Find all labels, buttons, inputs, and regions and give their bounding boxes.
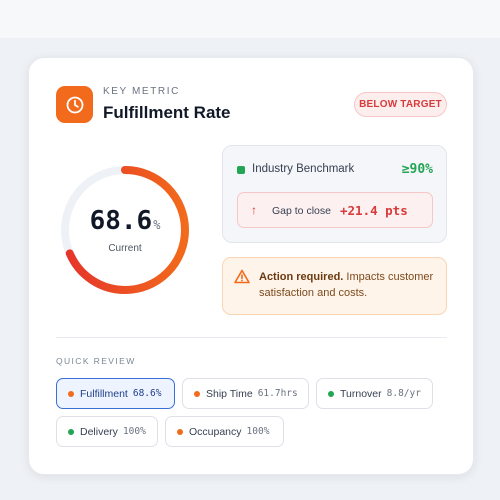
chip-value: 61.7hrs — [257, 388, 298, 399]
benchmark-panel: Industry Benchmark ≥90% ↑ Gap to close +… — [222, 145, 447, 243]
chip-dot — [68, 428, 74, 435]
chip-label: Turnover — [340, 387, 382, 400]
chip-fulfillment[interactable]: Fulfillment 68.6% — [56, 378, 175, 409]
top-band — [0, 0, 500, 38]
benchmark-value: ≥90% — [401, 162, 433, 177]
chip-value: 8.8/yr — [386, 388, 421, 399]
divider — [56, 337, 447, 338]
gap-value: +21.4 pts — [340, 203, 408, 218]
chip-label: Delivery — [80, 425, 118, 438]
alert-strong: Action required. — [259, 271, 344, 283]
chip-dot — [194, 390, 200, 397]
chip-dot — [68, 390, 74, 397]
chip-label: Ship Time — [206, 387, 253, 400]
chip-dot — [177, 428, 183, 435]
chip-value: 100% — [122, 426, 146, 437]
metric-eyebrow: KEY METRIC — [103, 86, 180, 97]
benchmark-label: Industry Benchmark — [252, 163, 355, 175]
alert-text: Action required. Impacts customer satisf… — [259, 269, 439, 301]
action-alert: Action required. Impacts customer satisf… — [222, 257, 447, 315]
gap-label: Gap to close — [272, 205, 331, 217]
gauge-unit: % — [153, 218, 161, 232]
gauge-value: 68.6% — [57, 206, 193, 236]
chip-ship-time[interactable]: Ship Time 61.7hrs — [182, 378, 309, 409]
metric-title: Fulfillment Rate — [103, 103, 231, 122]
warning-icon — [234, 269, 250, 289]
metric-card: KEY METRIC Fulfillment Rate BELOW TARGET… — [28, 57, 474, 475]
chip-value: 68.6% — [132, 388, 162, 399]
chip-dot — [328, 390, 334, 397]
clock-icon — [56, 86, 93, 123]
fulfillment-gauge: 68.6% Current — [57, 162, 193, 298]
chip-label: Fulfillment — [80, 387, 128, 400]
status-badge: BELOW TARGET — [354, 92, 447, 117]
gauge-label: Current — [108, 243, 142, 254]
quick-review-label: QUICK REVIEW — [56, 356, 136, 366]
gauge-number: 68.6 — [89, 206, 153, 236]
chip-label: Occupancy — [189, 425, 242, 438]
gap-box: ↑ Gap to close +21.4 pts — [237, 192, 433, 228]
chip-occupancy[interactable]: Occupancy 100% — [165, 416, 284, 447]
benchmark-dot — [237, 166, 245, 174]
chip-value: 100% — [246, 426, 270, 437]
chip-delivery[interactable]: Delivery 100% — [56, 416, 158, 447]
chip-turnover[interactable]: Turnover 8.8/yr — [316, 378, 433, 409]
arrow-up-icon: ↑ — [251, 203, 257, 217]
